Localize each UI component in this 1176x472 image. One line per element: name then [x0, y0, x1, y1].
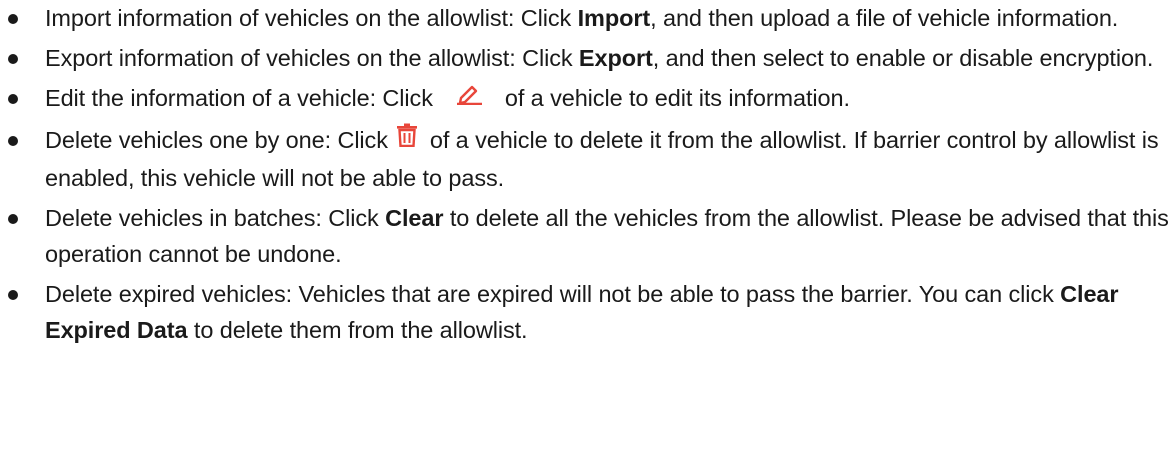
item-text: Edit the information of a vehicle: Click	[45, 85, 433, 111]
list-item-delete-expired: Delete expired vehicles: Vehicles that a…	[0, 276, 1176, 348]
bullet-icon	[8, 14, 18, 24]
import-label: Import	[577, 5, 651, 31]
list-item-import: Import information of vehicles on the al…	[0, 0, 1176, 36]
bullet-icon	[8, 289, 18, 300]
pencil-edit-icon	[455, 79, 483, 115]
clear-label: Clear	[385, 204, 444, 231]
list-item-delete-batch: Delete vehicles in batches: Click Clear …	[0, 200, 1176, 272]
list-item-edit: Edit the information of a vehicle: Click…	[0, 80, 1176, 118]
item-text: Import information of vehicles on the al…	[45, 5, 578, 31]
item-text: Export information of vehicles on the al…	[45, 45, 579, 71]
bullet-icon	[8, 54, 18, 64]
item-text: Delete expired vehicles: Vehicles that a…	[45, 280, 1061, 307]
trash-delete-icon	[396, 121, 418, 157]
item-text: of a vehicle to edit its information.	[504, 85, 850, 111]
item-text: Delete vehicles one by one: Click	[45, 126, 388, 153]
list-item-delete-one: Delete vehicles one by one: Click of a ve…	[0, 122, 1176, 196]
item-text: Delete vehicles in batches: Click	[45, 204, 386, 231]
item-text: to delete them from the allowlist.	[187, 316, 528, 343]
bullet-icon	[8, 135, 18, 146]
document-body: Import information of vehicles on the al…	[0, 0, 1176, 348]
bullet-icon	[8, 94, 18, 104]
item-text: , and then upload a file of vehicle info…	[650, 5, 1119, 31]
bullet-list: Import information of vehicles on the al…	[0, 0, 1176, 348]
export-label: Export	[578, 45, 653, 71]
bullet-icon	[8, 213, 18, 224]
list-item-export: Export information of vehicles on the al…	[0, 40, 1176, 76]
item-text: , and then select to enable or disable e…	[652, 45, 1154, 71]
